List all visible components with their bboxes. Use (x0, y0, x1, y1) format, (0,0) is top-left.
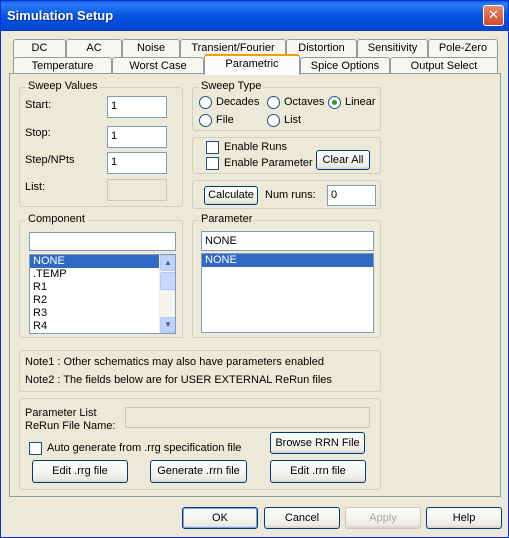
auto-generate-label: Auto generate from .rrg specification fi… (47, 442, 242, 454)
start-label: Start: (25, 99, 52, 111)
list-label: List: (25, 181, 46, 193)
calculate-button[interactable]: Calculate (204, 186, 258, 205)
component-item-temp[interactable]: .TEMP (30, 268, 175, 281)
scroll-up-icon[interactable]: ▲ (160, 255, 175, 271)
list-input (107, 179, 167, 201)
tab-sensitivity[interactable]: Sensitivity (357, 39, 428, 58)
sweep-type-group: Sweep Type Decades Octaves Linear File L… (192, 80, 381, 131)
step-npts-input[interactable]: 1 (107, 152, 167, 174)
scroll-thumb[interactable] (160, 272, 175, 290)
ok-button[interactable]: OK (182, 507, 258, 529)
component-group: Component NONE .TEMP R1 R2 R3 R4 ▲ ▼ (19, 213, 183, 338)
component-scrollbar[interactable]: ▲ ▼ (159, 255, 175, 333)
parameter-item-none[interactable]: NONE (202, 254, 373, 267)
component-item-r4[interactable]: R4 (30, 320, 175, 333)
enable-runs-label: Enable Runs (224, 141, 287, 153)
num-runs-input[interactable]: 0 (327, 185, 376, 206)
enable-runs-checkbox[interactable] (206, 141, 219, 154)
linear-label: Linear (345, 96, 376, 108)
parameter-input[interactable]: NONE (201, 231, 374, 251)
parameter-list[interactable]: NONE (201, 253, 374, 333)
rerun-group: Parameter List ReRun File Name: Auto gen… (19, 398, 381, 490)
component-item-r1[interactable]: R1 (30, 281, 175, 294)
enable-parameter-checkbox[interactable] (206, 157, 219, 170)
linear-radio[interactable] (328, 96, 341, 109)
sweep-values-group: Sweep Values Start: 1 Stop: 1 Step/NPts … (19, 80, 183, 207)
browse-rrn-button[interactable]: Browse RRN File (270, 432, 365, 454)
parametric-panel: Sweep Values Start: 1 Stop: 1 Step/NPts … (9, 73, 501, 497)
octaves-label: Octaves (284, 96, 325, 108)
file-label: File (216, 114, 234, 126)
generate-rrn-button[interactable]: Generate .rrn file (150, 460, 247, 483)
enable-group: Enable Runs Enable Parameter Clear All (192, 137, 381, 174)
scroll-down-icon[interactable]: ▼ (160, 317, 175, 333)
component-item-none[interactable]: NONE (30, 255, 175, 268)
stop-input[interactable]: 1 (107, 126, 167, 148)
help-button[interactable]: Help (426, 507, 502, 529)
sweep-type-legend: Sweep Type (199, 80, 264, 92)
close-icon[interactable]: ✕ (483, 5, 504, 26)
title-bar[interactable]: Simulation Setup ✕ (1, 1, 508, 31)
clear-all-button[interactable]: Clear All (316, 150, 370, 170)
tab-parametric[interactable]: Parametric (204, 54, 300, 75)
sweep-values-legend: Sweep Values (26, 80, 100, 92)
component-legend: Component (26, 213, 87, 225)
edit-rrn-button[interactable]: Edit .rrn file (270, 460, 366, 483)
step-npts-label: Step/NPts (25, 154, 75, 166)
list-radio[interactable] (267, 114, 280, 127)
decades-label: Decades (216, 96, 260, 108)
tab-ac[interactable]: AC (66, 39, 122, 58)
component-item-r3[interactable]: R3 (30, 307, 175, 320)
parameter-legend: Parameter (199, 213, 255, 225)
tab-dc[interactable]: DC (13, 39, 66, 58)
simulation-setup-dialog: Simulation Setup ✕ DC AC Noise Transient… (0, 0, 509, 538)
tab-pole-zero[interactable]: Pole-Zero (428, 39, 498, 58)
tab-noise[interactable]: Noise (122, 39, 180, 58)
note1-text: Note1 : Other schematics may also have p… (25, 356, 324, 368)
parameter-list-label: Parameter List (25, 407, 97, 419)
apply-button: Apply (345, 507, 421, 529)
auto-generate-checkbox[interactable] (29, 442, 42, 455)
parameter-group: Parameter NONE NONE (192, 213, 381, 338)
decades-radio[interactable] (199, 96, 212, 109)
note2-text: Note2 : The fields below are for USER EX… (25, 374, 332, 386)
calculate-group: Calculate Num runs: 0 (192, 180, 381, 209)
window-title: Simulation Setup (7, 8, 114, 23)
num-runs-label: Num runs: (265, 189, 316, 201)
edit-rrg-button[interactable]: Edit .rrg file (32, 460, 128, 483)
stop-label: Stop: (25, 127, 51, 139)
component-filter-input[interactable] (29, 232, 176, 251)
component-item-r2[interactable]: R2 (30, 294, 175, 307)
cancel-button[interactable]: Cancel (264, 507, 340, 529)
notes-group: Note1 : Other schematics may also have p… (19, 350, 381, 392)
start-input[interactable]: 1 (107, 96, 167, 118)
file-radio[interactable] (199, 114, 212, 127)
component-list[interactable]: NONE .TEMP R1 R2 R3 R4 ▲ ▼ (29, 254, 176, 334)
enable-parameter-label: Enable Parameter (224, 157, 313, 169)
rerun-file-label: ReRun File Name: (25, 420, 116, 432)
rerun-file-input (125, 407, 370, 428)
list-radio-label: List (284, 114, 302, 126)
octaves-radio[interactable] (267, 96, 280, 109)
